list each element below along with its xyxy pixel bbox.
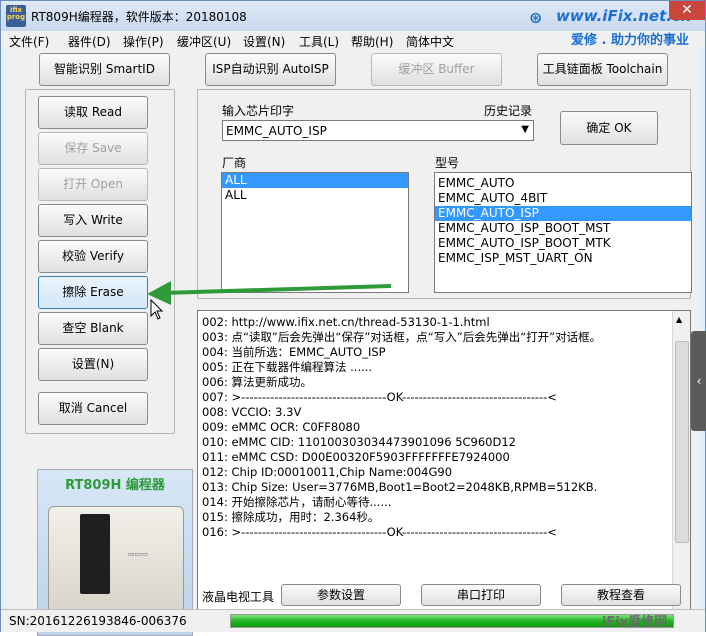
log-line: 006: 算法更新成功。 — [202, 375, 312, 389]
log-line: 010: eMMC CID: 110100303034473901096 5C9… — [202, 435, 516, 449]
history-label: 历史记录 — [484, 104, 533, 118]
model-label: 型号 — [435, 156, 460, 170]
log-line: 014: 开始擦除芯片，请耐心等待...... — [202, 495, 392, 509]
app-window: ifix prog RT809H编程器，软件版本：20180108 ⊛ www.… — [0, 0, 706, 636]
watermark: iFix爱修网 — [602, 615, 668, 630]
settings-button[interactable]: 设置(N) — [38, 348, 148, 381]
log-line: 002: http://www.ifix.net.cn/thread-53130… — [202, 315, 490, 329]
log-line: 013: Chip Size: User=3776MB,Boot1=Boot2=… — [202, 480, 598, 494]
autoisp-button[interactable]: ISP自动识别 AutoISP — [205, 53, 336, 86]
vendor-label: 厂商 — [222, 156, 247, 170]
model-item[interactable]: EMMC_AUTO_ISP_BOOT_MST — [435, 221, 691, 236]
status-bar: SN:20161226193846-006376 iFix爱修网 — [1, 609, 705, 632]
model-item[interactable]: EMMC_AUTO_ISP — [435, 206, 691, 221]
globe-icon: ⊛ — [529, 8, 543, 27]
toolchain-button[interactable]: 工具链面板 Toolchain — [537, 53, 668, 86]
model-list[interactable]: EMMC_AUTO EMMC_AUTO_4BIT EMMC_AUTO_ISP E… — [434, 172, 692, 293]
annotation-arrow-icon — [147, 281, 392, 305]
log-line: 008: VCCIO: 3.3V — [202, 405, 302, 419]
vendor-item[interactable]: ALL — [222, 173, 408, 188]
log-scrollbar[interactable]: ▲ ▼ — [672, 311, 690, 623]
log-line: 016: >----------------------------------… — [202, 525, 557, 539]
menu-settings[interactable]: 设置(N) — [243, 33, 285, 50]
model-item[interactable]: EMMC_AUTO — [435, 176, 691, 191]
menu-file[interactable]: 文件(F) — [9, 33, 49, 50]
log-line: 004: 当前所选：EMMC_AUTO_ISP — [202, 345, 386, 359]
scroll-thumb[interactable] — [675, 341, 689, 543]
title-bar[interactable]: ifix prog RT809H编程器，软件版本：20180108 ⊛ www.… — [1, 1, 705, 31]
model-item[interactable]: EMMC_ISP_MST_UART_ON — [435, 251, 691, 266]
log-line: 015: 擦除成功，用时：2.364秒。 — [202, 510, 380, 524]
serial-print-button[interactable]: 串口打印 — [421, 584, 541, 606]
open-button[interactable]: 打开 Open — [38, 168, 148, 201]
log-line: 011: eMMC CSD: D00E00320F5903FFFFFFFE792… — [202, 450, 510, 464]
close-button[interactable]: ✕ — [669, 1, 705, 20]
app-logo-icon: ifix prog — [6, 5, 26, 27]
chip-input-combo[interactable]: EMMC_AUTO_ISP ▼ — [222, 120, 534, 141]
params-button[interactable]: 参数设置 — [281, 584, 401, 606]
dropdown-arrow-icon[interactable]: ▼ — [521, 124, 529, 135]
smartid-button[interactable]: 智能识别 SmartID — [39, 53, 170, 86]
menu-device[interactable]: 器件(D) — [68, 33, 111, 50]
log-line: 012: Chip ID:00010011,Chip Name:004G90 — [202, 465, 453, 479]
verify-button[interactable]: 校验 Verify — [38, 240, 148, 273]
log-line: 003: 点“读取”后会先弹出“保存”对话框，点“写入”后会先弹出“打开”对话框… — [202, 330, 602, 344]
log-line: 007: >----------------------------------… — [202, 390, 557, 404]
model-item[interactable]: EMMC_AUTO_ISP_BOOT_MTK — [435, 236, 691, 251]
menu-operation[interactable]: 操作(P) — [123, 33, 164, 50]
save-button[interactable]: 保存 Save — [38, 132, 148, 165]
cancel-button[interactable]: 取消 Cancel — [38, 392, 148, 425]
erase-button[interactable]: 擦除 Erase — [38, 276, 148, 309]
blank-check-button[interactable]: 查空 Blank — [38, 312, 148, 345]
tutorial-button[interactable]: 教程查看 — [561, 584, 681, 606]
log-line: 005: 正在下载器件编程算法 ...... — [202, 360, 373, 374]
side-panel-handle[interactable]: ‹ — [691, 331, 706, 431]
read-button[interactable]: 读取 Read — [38, 96, 148, 129]
buffer-button[interactable]: 缓冲区 Buffer — [371, 53, 502, 86]
menu-help[interactable]: 帮助(H) — [351, 33, 393, 50]
serial-number: SN:20161226193846-006376 — [9, 614, 187, 628]
scroll-up-icon[interactable]: ▲ — [676, 315, 682, 324]
write-button[interactable]: 写入 Write — [38, 204, 148, 237]
log-line: 009: eMMC OCR: C0FF8080 — [202, 420, 361, 434]
vendor-item[interactable]: ALL — [222, 188, 408, 203]
device-image-label: RT809H 编程器 — [65, 478, 165, 493]
menu-language[interactable]: 简体中文 — [406, 33, 454, 50]
menu-tools[interactable]: 工具(L) — [299, 33, 339, 50]
brand-slogan: 爱修 . 助力你的事业 — [571, 33, 689, 48]
lcd-tools-label: 液晶电视工具 — [202, 590, 275, 604]
chip-input-value: EMMC_AUTO_ISP — [226, 124, 327, 138]
client-area: 智能识别 SmartID ISP自动识别 AutoISP 缓冲区 Buffer … — [8, 49, 698, 636]
menu-buffer[interactable]: 缓冲区(U) — [177, 33, 231, 50]
ok-button[interactable]: 确定 OK — [560, 111, 658, 145]
chip-input-label: 输入芯片印字 — [222, 104, 295, 118]
device-silkscreen: ▭▭▭ — [128, 550, 148, 558]
window-title: RT809H编程器，软件版本：20180108 — [31, 10, 247, 24]
model-item[interactable]: EMMC_AUTO_4BIT — [435, 191, 691, 206]
log-console[interactable]: 002: http://www.ifix.net.cn/thread-53130… — [197, 310, 691, 624]
